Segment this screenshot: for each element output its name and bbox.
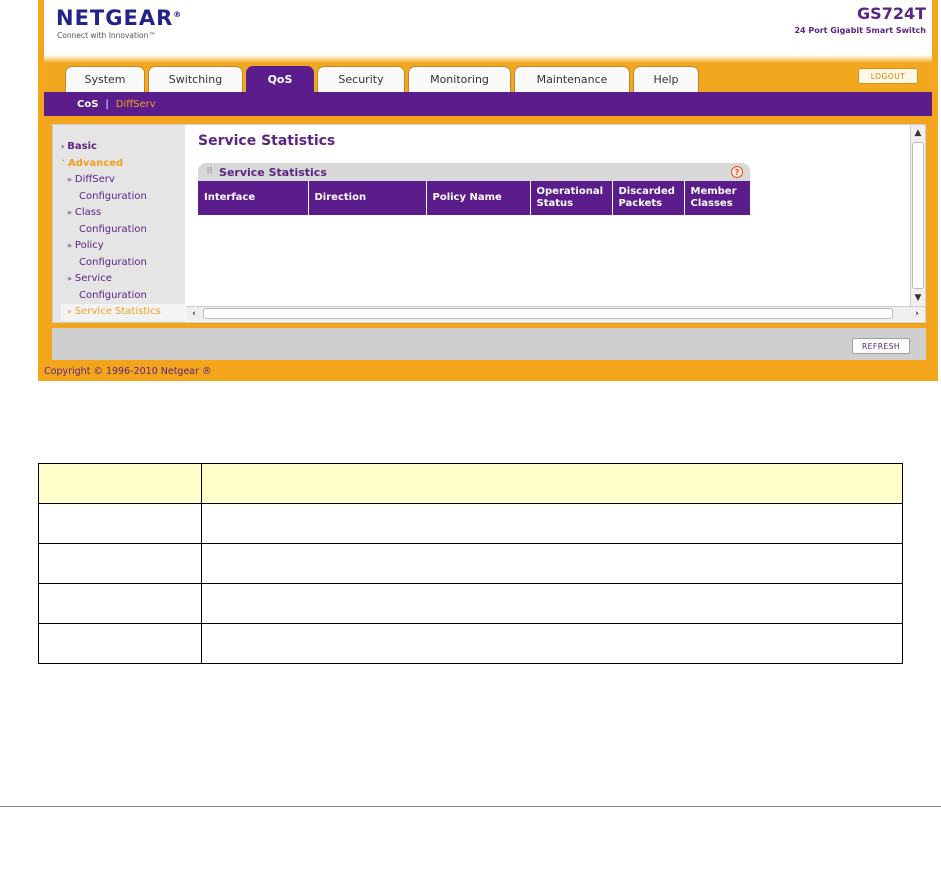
panel-title: Service Statistics xyxy=(219,165,327,179)
button-bar: REFRESH xyxy=(52,328,926,360)
table-cell xyxy=(38,543,202,584)
help-icon[interactable]: ? xyxy=(731,166,743,178)
panel-header: ⠿ Service Statistics ? xyxy=(198,163,750,181)
scroll-left-icon[interactable]: ‹ xyxy=(187,307,201,321)
nav-diffserv-configuration-line2[interactable]: Configuration xyxy=(61,189,185,206)
column-header-interface: Interface xyxy=(198,181,309,215)
nav-service-configuration-line2[interactable]: Configuration xyxy=(61,288,185,305)
subnav-diffserv[interactable]: DiffServ xyxy=(116,99,156,110)
work-area: › Basic ˅ Advanced » DiffServ Configuration… xyxy=(52,124,926,323)
page-divider xyxy=(0,806,941,807)
tab-monitoring[interactable]: Monitoring xyxy=(408,66,511,92)
copyright-text: Copyright © 1996-2010 Netgear ® xyxy=(44,366,212,377)
tab-security[interactable]: Security xyxy=(317,66,405,92)
double-chevron-icon: » xyxy=(67,274,72,283)
logout-button[interactable]: LOGOUT xyxy=(858,68,918,84)
table-cell xyxy=(201,463,903,504)
table-cell xyxy=(38,623,202,664)
table-cell xyxy=(38,463,202,504)
sub-navigation: CoS | DiffServ xyxy=(44,92,932,116)
vertical-scrollbar[interactable]: ▲ ▼ xyxy=(910,125,925,306)
tab-help[interactable]: Help xyxy=(633,66,699,92)
nav-policy-configuration[interactable]: » Policy xyxy=(61,238,185,255)
table-header-row: Interface Direction Policy Name Operatio… xyxy=(198,181,750,215)
service-statistics-panel: ⠿ Service Statistics ? Interface Directi… xyxy=(198,163,750,215)
statistics-table: Interface Direction Policy Name Operatio… xyxy=(198,181,750,215)
tab-system[interactable]: System xyxy=(65,66,145,92)
refresh-button[interactable]: REFRESH xyxy=(852,338,910,354)
grip-icon: ⠿ xyxy=(206,167,214,177)
horizontal-scroll-thumb[interactable] xyxy=(203,308,893,319)
double-chevron-icon: » xyxy=(67,241,72,250)
double-chevron-icon: » xyxy=(67,175,72,184)
double-chevron-icon: » xyxy=(67,307,72,316)
left-navigation: › Basic ˅ Advanced » DiffServ Configuration… xyxy=(53,125,185,322)
tab-qos[interactable]: QoS xyxy=(246,66,314,92)
app-window: NETGEAR® Connect with Innovation™ GS724T… xyxy=(44,0,932,381)
model-name: GS724T xyxy=(857,4,926,23)
nav-class-configuration[interactable]: » Class xyxy=(61,205,185,222)
table-cell xyxy=(201,583,903,624)
subnav-cos[interactable]: CoS xyxy=(77,99,98,110)
screenshot-frame: NETGEAR® Connect with Innovation™ GS724T… xyxy=(38,0,938,381)
nav-class-configuration-line2[interactable]: Configuration xyxy=(61,222,185,239)
netgear-logo: NETGEAR® xyxy=(56,6,183,30)
scroll-down-icon[interactable]: ▼ xyxy=(912,291,924,305)
column-header-operational-status: Operational Status xyxy=(530,181,613,215)
nav-diffserv-configuration[interactable]: » DiffServ xyxy=(61,172,185,189)
nav-advanced[interactable]: ˅ Advanced xyxy=(61,156,185,173)
nav-service-statistics[interactable]: » Service Statistics xyxy=(61,304,185,321)
table-row xyxy=(38,623,903,664)
table-header-row xyxy=(38,463,903,504)
table-cell xyxy=(201,503,903,544)
vertical-scroll-thumb[interactable] xyxy=(912,142,924,289)
column-header-member-classes: Member Classes xyxy=(690,186,737,209)
page-title: Service Statistics xyxy=(198,133,336,149)
table-row xyxy=(38,583,903,624)
nav-service-configuration[interactable]: » Service xyxy=(61,271,185,288)
table-cell xyxy=(201,543,903,584)
table-cell xyxy=(201,623,903,664)
table-row xyxy=(38,503,903,544)
model-description: 24 Port Gigabit Smart Switch xyxy=(794,26,926,35)
scroll-right-icon[interactable]: › xyxy=(910,307,924,321)
table-row xyxy=(38,543,903,584)
chevron-right-icon: › xyxy=(61,142,65,151)
tab-switching[interactable]: Switching xyxy=(148,66,243,92)
content-pane: Service Statistics ⠿ Service Statistics … xyxy=(186,125,910,306)
subnav-separator: | xyxy=(105,98,109,110)
column-header-direction: Direction xyxy=(308,181,427,215)
horizontal-scrollbar[interactable]: ‹ › xyxy=(186,306,925,321)
nav-policy-configuration-line2[interactable]: Configuration xyxy=(61,255,185,272)
table-cell xyxy=(38,503,202,544)
table-cell xyxy=(38,583,202,624)
nav-basic[interactable]: › Basic xyxy=(61,139,185,156)
column-header-discarded-packets: Discarded Packets xyxy=(612,181,685,215)
scroll-up-icon[interactable]: ▲ xyxy=(912,126,924,140)
tagline: Connect with Innovation™ xyxy=(57,31,156,40)
tab-maintenance[interactable]: Maintenance xyxy=(514,66,630,92)
chevron-down-icon: ˅ xyxy=(61,158,65,168)
field-description-table xyxy=(38,463,903,664)
column-header-policy-name: Policy Name xyxy=(426,181,531,215)
double-chevron-icon: » xyxy=(67,208,72,217)
